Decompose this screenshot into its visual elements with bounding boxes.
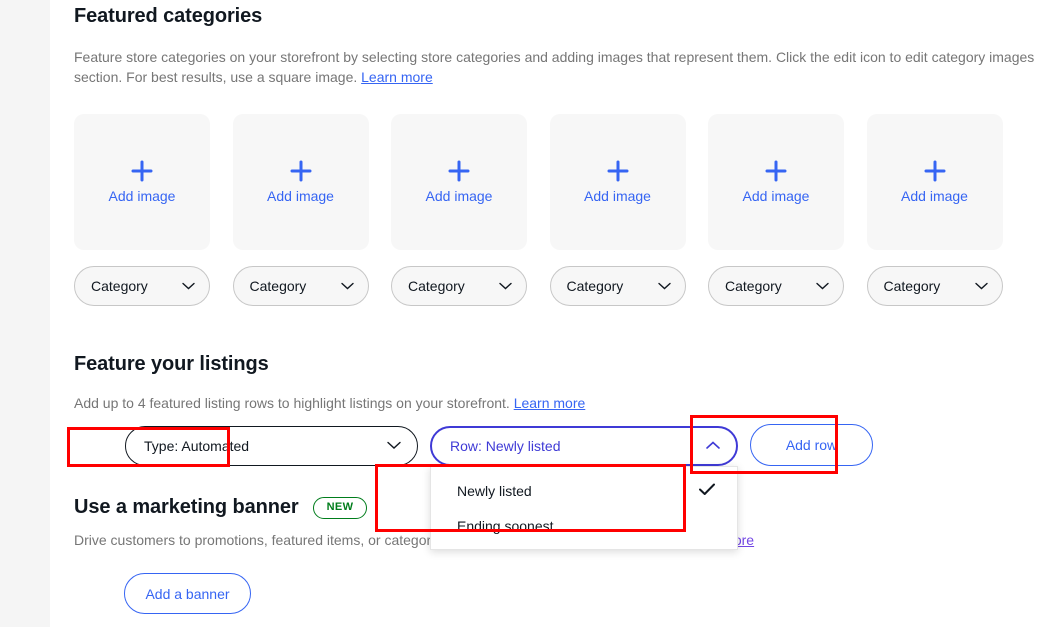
add-image-label: Add image bbox=[584, 188, 651, 204]
add-a-banner-button-label: Add a banner bbox=[145, 585, 230, 602]
featured-category-cards: Add image Category Add image Category Ad… bbox=[74, 114, 1030, 306]
dropdown-option-ending-soonest[interactable]: Ending soonest bbox=[431, 508, 737, 543]
add-image-label: Add image bbox=[425, 188, 493, 204]
page-title-feature-your-listings: Feature your listings bbox=[74, 353, 269, 375]
category-dropdown[interactable]: Category bbox=[74, 266, 210, 306]
category-card: Add image Category bbox=[391, 114, 527, 306]
add-a-banner-button[interactable]: Add a banner bbox=[124, 573, 251, 614]
check-icon bbox=[699, 483, 715, 499]
category-dropdown-label: Category bbox=[91, 278, 148, 294]
category-card: Add image Category bbox=[708, 114, 844, 306]
category-card: Add image Category bbox=[549, 114, 686, 306]
category-card: Add image Category bbox=[74, 114, 210, 306]
featured-categories-description-text: Feature store categories on your storefr… bbox=[74, 49, 1035, 85]
add-image-tile[interactable]: Add image bbox=[74, 114, 210, 250]
chevron-down-icon bbox=[816, 277, 829, 295]
featured-categories-learn-more-link[interactable]: Learn more bbox=[361, 69, 433, 85]
chevron-down-icon bbox=[182, 277, 195, 295]
category-card: Add image Category bbox=[232, 114, 369, 306]
dropdown-option-label: Ending soonest bbox=[457, 517, 554, 534]
category-dropdown-label: Category bbox=[725, 278, 782, 294]
category-dropdown[interactable]: Category bbox=[708, 266, 844, 306]
dropdown-option-label: Newly listed bbox=[457, 482, 532, 499]
featured-categories-description: Feature store categories on your storefr… bbox=[74, 47, 1036, 87]
listing-row-dropdown[interactable]: Row: Newly listed bbox=[430, 426, 738, 466]
plus-icon bbox=[924, 160, 946, 182]
status-badge-new: NEW bbox=[312, 496, 368, 519]
category-dropdown[interactable]: Category bbox=[391, 266, 527, 306]
plus-icon bbox=[290, 160, 312, 182]
category-dropdown-label: Category bbox=[408, 278, 465, 294]
add-image-tile[interactable]: Add image bbox=[866, 114, 1003, 250]
feature-listings-learn-more-link[interactable]: Learn more bbox=[514, 395, 586, 411]
chevron-down-icon bbox=[499, 277, 512, 295]
plus-icon bbox=[607, 160, 629, 182]
add-image-label: Add image bbox=[742, 188, 810, 204]
feature-listings-description: Add up to 4 featured listing rows to hig… bbox=[74, 393, 585, 413]
chevron-down-icon bbox=[657, 277, 671, 295]
category-dropdown[interactable]: Category bbox=[549, 266, 686, 306]
add-row-button[interactable]: Add row bbox=[750, 424, 873, 466]
add-image-label: Add image bbox=[267, 188, 334, 204]
content-panel: Featured categories Feature store catego… bbox=[50, 0, 1037, 627]
add-row-button-label: Add row bbox=[785, 437, 838, 453]
category-dropdown-label: Category bbox=[883, 278, 941, 294]
listing-row-dropdown-label: Row: Newly listed bbox=[450, 438, 561, 454]
feature-listings-description-text: Add up to 4 featured listing rows to hig… bbox=[74, 395, 514, 411]
add-image-tile[interactable]: Add image bbox=[232, 114, 369, 250]
page-title-featured-categories: Featured categories bbox=[74, 5, 263, 27]
listing-type-dropdown[interactable]: Type: Automated bbox=[125, 426, 418, 466]
listing-type-dropdown-label: Type: Automated bbox=[144, 438, 250, 454]
chevron-down-icon bbox=[340, 277, 354, 295]
page-root: Featured categories Feature store catego… bbox=[0, 0, 1037, 627]
add-image-tile[interactable]: Add image bbox=[391, 114, 527, 250]
category-dropdown[interactable]: Category bbox=[866, 266, 1003, 306]
add-image-label: Add image bbox=[901, 188, 968, 204]
category-dropdown[interactable]: Category bbox=[232, 266, 369, 306]
add-image-tile[interactable]: Add image bbox=[549, 114, 686, 250]
page-title-marketing-banner: Use a marketing banner bbox=[74, 496, 299, 518]
listing-row-dropdown-menu: Newly listed Ending soonest bbox=[430, 466, 738, 550]
plus-icon bbox=[765, 160, 787, 182]
chevron-up-icon bbox=[706, 437, 720, 455]
dropdown-option-newly-listed[interactable]: Newly listed bbox=[431, 473, 737, 508]
chevron-down-icon bbox=[387, 437, 401, 455]
category-dropdown-label: Category bbox=[249, 278, 307, 294]
plus-icon bbox=[448, 160, 470, 182]
category-dropdown-label: Category bbox=[566, 278, 624, 294]
add-image-tile[interactable]: Add image bbox=[708, 114, 844, 250]
marketing-banner-heading: Use a marketing banner NEW bbox=[74, 496, 368, 519]
chevron-down-icon bbox=[974, 277, 988, 295]
plus-icon bbox=[131, 160, 153, 182]
category-card: Add image Category bbox=[866, 114, 1003, 306]
add-image-label: Add image bbox=[108, 188, 176, 204]
